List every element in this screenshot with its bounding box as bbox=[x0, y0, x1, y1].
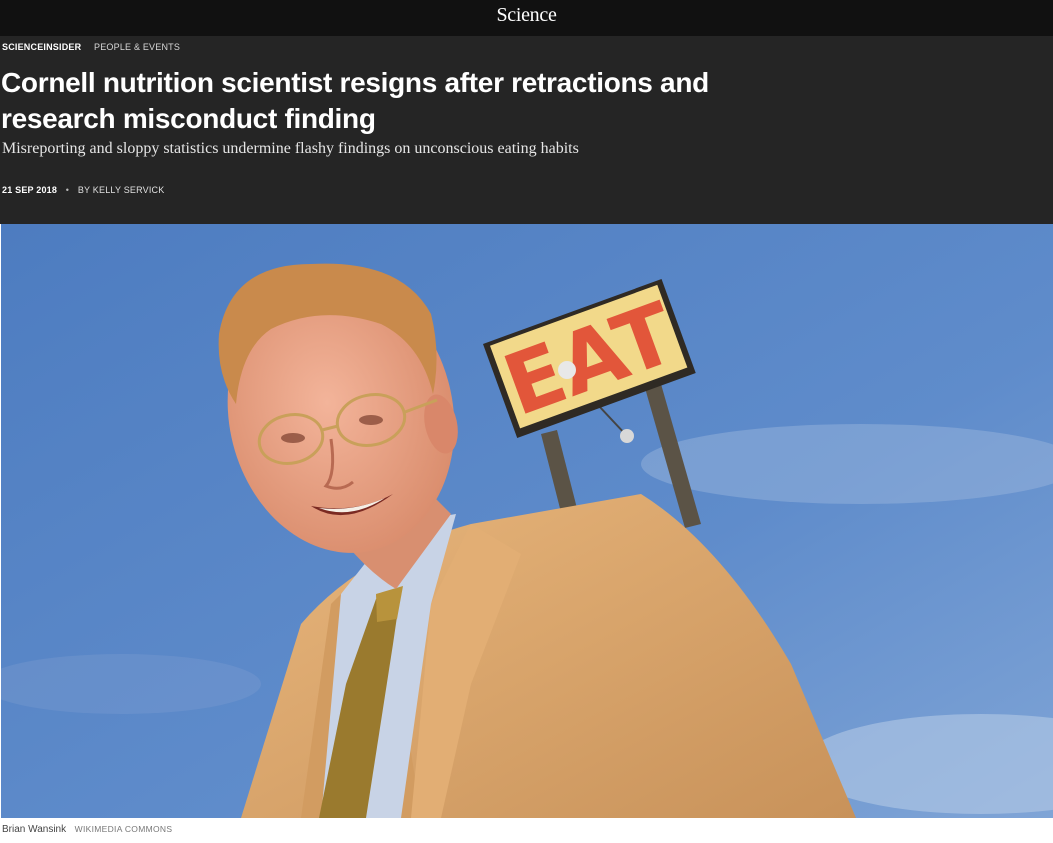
publish-date: 21 SEP 2018 bbox=[2, 185, 58, 195]
article-header: SCIENCEINSIDER PEOPLE & EVENTS Cornell n… bbox=[0, 36, 1053, 224]
article-hero-photo: EAT bbox=[1, 224, 1053, 818]
author-link[interactable]: BY KELLY SERVICK bbox=[78, 185, 165, 195]
breadcrumb-section-link[interactable]: SCIENCEINSIDER bbox=[2, 42, 81, 52]
photo-credit: WIKIMEDIA COMMONS bbox=[74, 824, 173, 834]
sign-lamp bbox=[620, 429, 634, 443]
science-logo[interactable]: Science bbox=[0, 4, 1053, 27]
eye bbox=[359, 415, 383, 425]
caption-subject: Brian Wansink bbox=[2, 824, 67, 835]
breadcrumb: SCIENCEINSIDER PEOPLE & EVENTS bbox=[2, 42, 180, 52]
article-headline: Cornell nutrition scientist resigns afte… bbox=[1, 67, 709, 134]
eye bbox=[281, 433, 305, 443]
article-byline: 21 SEP 2018 • BY KELLY SERVICK bbox=[2, 185, 164, 195]
sign-lamp bbox=[558, 361, 576, 379]
byline-separator: • bbox=[65, 185, 70, 195]
breadcrumb-category-link[interactable]: PEOPLE & EVENTS bbox=[94, 42, 180, 52]
photo-caption: Brian Wansink WIKIMEDIA COMMONS bbox=[2, 824, 172, 835]
article-subheadline: Misreporting and sloppy statistics under… bbox=[2, 140, 579, 157]
top-navigation-bar: Science bbox=[0, 0, 1053, 36]
hero-photo-illustration: EAT bbox=[1, 224, 1053, 818]
